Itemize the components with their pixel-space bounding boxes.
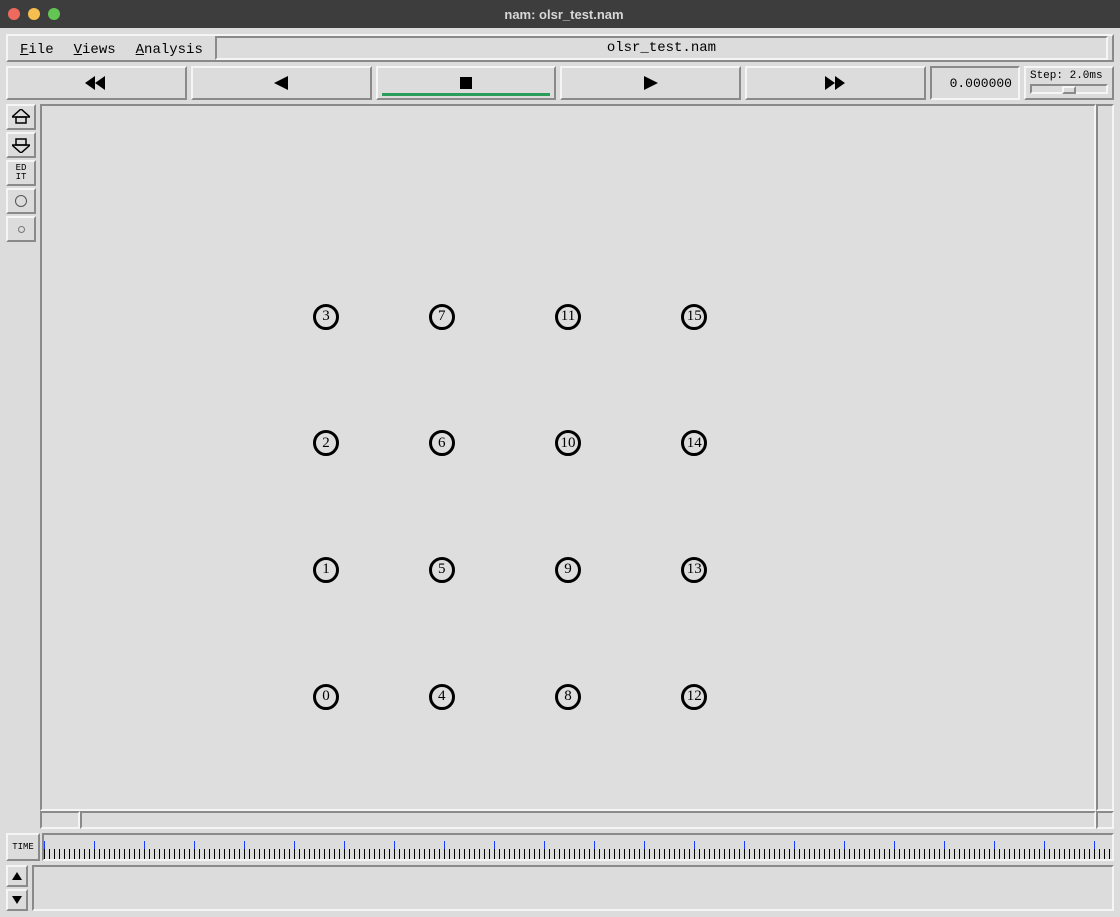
status-down-button[interactable] [6,889,28,911]
left-toolbar: EDIT [6,104,36,829]
zoom-out-icon [12,137,30,153]
step-slider-track[interactable] [1030,84,1108,94]
status-buttons [6,865,28,911]
filename-display: olsr_test.nam [215,36,1108,60]
fast-forward-icon [825,76,847,90]
network-node[interactable]: 12 [681,684,707,710]
menu-file[interactable]: File [12,36,62,60]
menu-file-rest: ile [28,42,53,58]
network-node[interactable]: 2 [313,430,339,456]
edit-button[interactable]: EDIT [6,160,36,186]
fast-forward-button[interactable] [745,66,926,100]
network-node[interactable]: 6 [429,430,455,456]
network-canvas[interactable]: 3711152610141591304812 [40,104,1096,811]
vertical-scrollbar[interactable] [1096,104,1114,811]
zoom-in-icon [12,109,30,125]
menu-file-hotkey: F [20,42,28,58]
hscroll-left-cap [40,811,80,829]
network-node[interactable]: 15 [681,304,707,330]
canvas-body: 3711152610141591304812 [40,104,1114,811]
network-node[interactable]: 10 [555,430,581,456]
point-mode-button[interactable] [6,216,36,242]
network-node[interactable]: 8 [555,684,581,710]
menu-analysis-hotkey: A [136,42,144,58]
status-log [32,865,1114,911]
timeline-ticks [44,835,1112,859]
timeline-area: TIME [6,833,1114,861]
stop-button[interactable] [376,66,557,100]
canvas-frame: 3711152610141591304812 [40,104,1114,829]
time-value: 0.000000 [950,76,1012,91]
content-area: File Views Analysis olsr_test.nam [0,28,1120,917]
time-display: 0.000000 [930,66,1020,100]
rewind-icon [85,76,107,90]
menu-analysis-rest: nalysis [144,42,203,58]
play-back-icon [274,76,288,90]
titlebar: nam: olsr_test.nam [0,0,1120,28]
playback-toolbar: 0.000000 Step: 2.0ms [6,66,1114,100]
network-node[interactable]: 4 [429,684,455,710]
timeline-label-text: TIME [12,842,34,852]
network-node[interactable]: 11 [555,304,581,330]
play-button[interactable] [560,66,741,100]
play-icon [644,76,658,90]
menu-views-rest: iews [82,42,116,58]
chevron-up-icon [12,872,22,880]
status-up-button[interactable] [6,865,28,887]
network-node[interactable]: 3 [313,304,339,330]
hscroll-right-cap [1096,811,1114,829]
play-back-button[interactable] [191,66,372,100]
network-node[interactable]: 5 [429,557,455,583]
chevron-down-icon [12,896,22,904]
menu-views-hotkey: V [74,42,82,58]
menu-views[interactable]: Views [66,36,124,60]
node-mode-button[interactable] [6,188,36,214]
horizontal-scrollbar[interactable] [80,811,1096,829]
step-slider-thumb[interactable] [1062,86,1076,94]
menubar: File Views Analysis olsr_test.nam [6,34,1114,62]
network-node[interactable]: 7 [429,304,455,330]
network-node[interactable]: 9 [555,557,581,583]
zoom-in-button[interactable] [6,104,36,130]
zoom-out-button[interactable] [6,132,36,158]
network-node[interactable]: 14 [681,430,707,456]
stop-icon [460,77,472,89]
filename-text: olsr_test.nam [607,40,716,56]
network-node[interactable]: 13 [681,557,707,583]
step-control[interactable]: Step: 2.0ms [1024,66,1114,100]
step-label: Step: 2.0ms [1030,70,1108,82]
window-controls [8,8,60,20]
hscroll-row [40,811,1114,829]
app-window: nam: olsr_test.nam File Views Analysis o… [0,0,1120,917]
menu-analysis[interactable]: Analysis [128,36,211,60]
status-area [6,865,1114,911]
timeline-ruler[interactable] [42,833,1114,861]
network-node[interactable]: 1 [313,557,339,583]
zoom-icon[interactable] [48,8,60,20]
network-node[interactable]: 0 [313,684,339,710]
main-area: EDIT 3711152610141591304812 [6,104,1114,829]
rewind-button[interactable] [6,66,187,100]
window-title: nam: olsr_test.nam [70,7,1058,22]
timeline-label: TIME [6,833,40,861]
minimize-icon[interactable] [28,8,40,20]
close-icon[interactable] [8,8,20,20]
